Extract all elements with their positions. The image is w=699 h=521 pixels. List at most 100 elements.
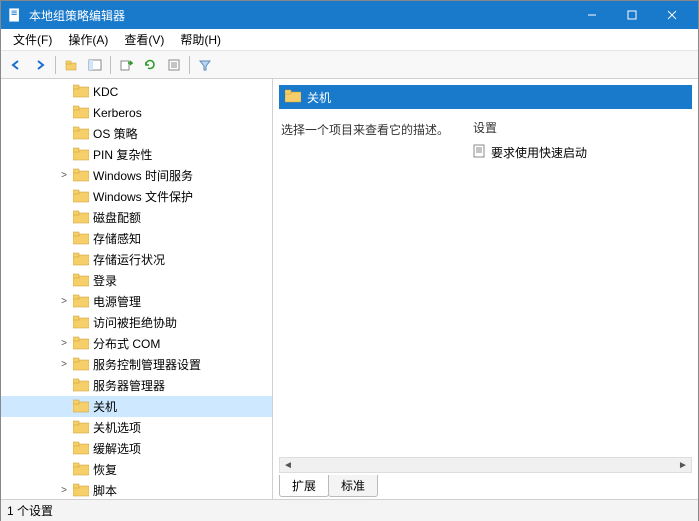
- setting-icon: [473, 144, 487, 161]
- horizontal-scrollbar[interactable]: ◄ ►: [279, 457, 692, 473]
- refresh-button[interactable]: [139, 54, 161, 76]
- detail-header-title: 关机: [307, 89, 331, 106]
- tree-item-label: 恢复: [93, 461, 117, 478]
- detail-body: 选择一个项目来查看它的描述。 设置 要求使用快速启动: [273, 113, 698, 499]
- tree-item-label: 访问被拒绝协助: [93, 314, 177, 331]
- folder-icon: [73, 483, 89, 499]
- folder-icon: [73, 168, 89, 184]
- folder-icon: [73, 420, 89, 436]
- tree-item-label: 关机: [93, 398, 117, 415]
- close-button[interactable]: [652, 1, 692, 29]
- tree-item[interactable]: 访问被拒绝协助: [1, 312, 272, 333]
- minimize-button[interactable]: [572, 1, 612, 29]
- tab-standard[interactable]: 标准: [328, 475, 378, 497]
- folder-icon: [73, 399, 89, 415]
- tree-item-label: 磁盘配额: [93, 209, 141, 226]
- tree-item-label: KDC: [93, 85, 118, 99]
- folder-icon: [73, 252, 89, 268]
- tree-item[interactable]: >分布式 COM: [1, 333, 272, 354]
- tree-item[interactable]: > 服务控制管理器设置: [1, 354, 272, 375]
- toolbar: [1, 51, 698, 79]
- toolbar-separator: [189, 56, 190, 74]
- tree-item[interactable]: 存储感知: [1, 228, 272, 249]
- status-text: 1 个设置: [7, 502, 53, 519]
- window-title: 本地组策略编辑器: [29, 7, 572, 24]
- tree-item[interactable]: > Windows 时间服务: [1, 165, 272, 186]
- folder-icon: [73, 126, 89, 142]
- detail-pane: 关机 选择一个项目来查看它的描述。 设置 要求使用快速启动 ◄ ► 扩展 标准: [273, 79, 698, 499]
- tree-item[interactable]: OS 策略: [1, 123, 272, 144]
- tree-item-label: 服务控制管理器设置: [93, 356, 201, 373]
- folder-icon: [73, 147, 89, 163]
- tree-item-label: Windows 时间服务: [93, 167, 193, 184]
- up-button[interactable]: [60, 54, 82, 76]
- tree-item[interactable]: >脚本: [1, 480, 272, 499]
- expander-icon[interactable]: >: [57, 338, 71, 349]
- tree-item-label: 缓解选项: [93, 440, 141, 457]
- folder-icon: [73, 336, 89, 352]
- detail-list: 设置 要求使用快速启动: [471, 117, 690, 495]
- scroll-track[interactable]: [296, 458, 675, 472]
- tree-item[interactable]: > 电源管理: [1, 291, 272, 312]
- folder-icon: [73, 441, 89, 457]
- expander-icon[interactable]: >: [57, 296, 71, 307]
- folder-icon: [73, 378, 89, 394]
- folder-icon: [73, 357, 89, 373]
- tree-item[interactable]: Kerberos: [1, 102, 272, 123]
- menu-help[interactable]: 帮助(H): [172, 29, 229, 50]
- expander-icon[interactable]: >: [57, 359, 71, 370]
- export-button[interactable]: [115, 54, 137, 76]
- tree-item-label: PIN 复杂性: [93, 146, 152, 163]
- tree-item-label: 电源管理: [93, 293, 141, 310]
- folder-icon: [73, 210, 89, 226]
- tree-item[interactable]: 关机选项: [1, 417, 272, 438]
- scroll-right-icon[interactable]: ►: [675, 458, 691, 472]
- scroll-left-icon[interactable]: ◄: [280, 458, 296, 472]
- tree-item[interactable]: 磁盘配额: [1, 207, 272, 228]
- tree-item[interactable]: 关机: [1, 396, 272, 417]
- column-header-setting[interactable]: 设置: [471, 117, 690, 142]
- detail-tabs: 扩展 标准: [279, 475, 377, 497]
- forward-button[interactable]: [29, 54, 51, 76]
- show-tree-button[interactable]: [84, 54, 106, 76]
- app-icon: [7, 7, 23, 23]
- tree-item-label: 登录: [93, 272, 117, 289]
- back-button[interactable]: [5, 54, 27, 76]
- tree-item[interactable]: 登录: [1, 270, 272, 291]
- menu-file[interactable]: 文件(F): [5, 29, 60, 50]
- setting-row[interactable]: 要求使用快速启动: [471, 142, 690, 162]
- expander-icon[interactable]: >: [57, 485, 71, 496]
- tree-item[interactable]: 缓解选项: [1, 438, 272, 459]
- tree-item-label: 存储感知: [93, 230, 141, 247]
- folder-icon: [285, 89, 301, 106]
- tree-item[interactable]: Windows 文件保护: [1, 186, 272, 207]
- tree-item-label: OS 策略: [93, 125, 138, 142]
- tree-item-label: Kerberos: [93, 106, 142, 120]
- tree-item-label: 服务器管理器: [93, 377, 165, 394]
- tree-item[interactable]: PIN 复杂性: [1, 144, 272, 165]
- menu-view[interactable]: 查看(V): [116, 29, 172, 50]
- titlebar: 本地组策略编辑器: [1, 1, 698, 29]
- folder-icon: [73, 189, 89, 205]
- folder-icon: [73, 294, 89, 310]
- detail-description: 选择一个项目来查看它的描述。: [281, 117, 471, 495]
- workarea: KDC Kerberos OS 策略 PIN 复杂性 > Windows 时间服务 Wind…: [1, 79, 698, 499]
- tree-item[interactable]: KDC: [1, 81, 272, 102]
- filter-button[interactable]: [194, 54, 216, 76]
- tree-item[interactable]: 恢复: [1, 459, 272, 480]
- tab-extended[interactable]: 扩展: [279, 475, 329, 497]
- menu-action[interactable]: 操作(A): [60, 29, 116, 50]
- tree-item[interactable]: 服务器管理器: [1, 375, 272, 396]
- tree-item[interactable]: 存储运行状况: [1, 249, 272, 270]
- maximize-button[interactable]: [612, 1, 652, 29]
- properties-button[interactable]: [163, 54, 185, 76]
- tree-pane[interactable]: KDC Kerberos OS 策略 PIN 复杂性 > Windows 时间服务 Wind…: [1, 79, 273, 499]
- folder-icon: [73, 273, 89, 289]
- folder-icon: [73, 462, 89, 478]
- folder-icon: [73, 231, 89, 247]
- tree-item-label: 关机选项: [93, 419, 141, 436]
- folder-icon: [73, 105, 89, 121]
- toolbar-separator: [110, 56, 111, 74]
- expander-icon[interactable]: >: [57, 170, 71, 181]
- tree-item-label: Windows 文件保护: [93, 188, 193, 205]
